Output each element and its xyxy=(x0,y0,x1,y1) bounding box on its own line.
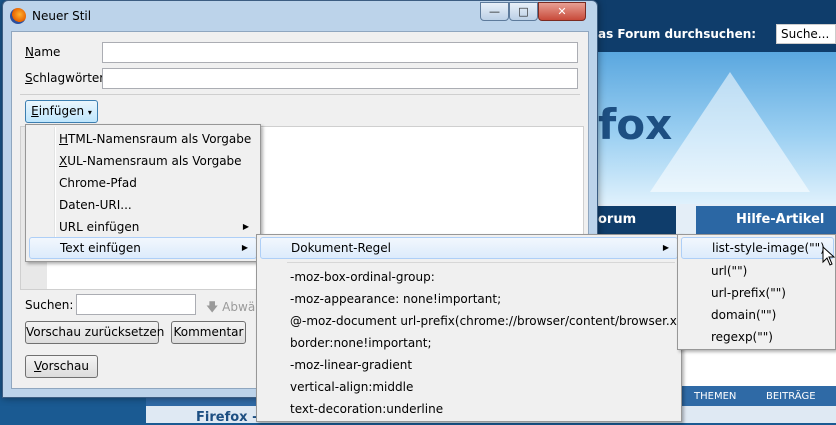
menu-item-vertical-align[interactable]: vertical-align:middle xyxy=(260,376,678,398)
insert-text-submenu: Dokument-Regel ▶ -moz-box-ordinal-group: … xyxy=(256,234,692,422)
tags-label: Schlagwörter xyxy=(25,71,105,85)
menu-item-insert-url[interactable]: URL einfügen ▶ xyxy=(29,216,257,238)
table-header-themen: THEMEN xyxy=(694,391,737,402)
menu-item-url-prefix[interactable]: url-prefix("") xyxy=(681,282,834,304)
page-logo-text: fox xyxy=(598,100,673,149)
search-input[interactable] xyxy=(76,294,196,315)
arrow-down-icon: 🡇 xyxy=(206,300,219,314)
mountain-graphic xyxy=(650,72,810,192)
insert-menu: HTML-Namensraum als Vorgabe XUL-Namensra… xyxy=(25,124,261,262)
minimize-button[interactable]: — xyxy=(480,2,509,21)
menu-item-list-style-image[interactable]: list-style-image("") xyxy=(681,237,834,259)
menu-item-document-rule[interactable]: Dokument-Regel ▶ xyxy=(260,237,678,259)
menu-item-data-uri[interactable]: Daten-URI... xyxy=(29,194,257,216)
title-bar[interactable]: Neuer Stil — □ ✕ xyxy=(3,1,597,31)
menu-item-border-none[interactable]: border:none!important; xyxy=(260,332,678,354)
maximize-icon: □ xyxy=(518,5,529,18)
submenu-arrow-icon: ▶ xyxy=(662,243,669,252)
name-input[interactable] xyxy=(102,42,578,63)
menu-item-text-decoration[interactable]: text-decoration:underline xyxy=(260,398,678,420)
close-button[interactable]: ✕ xyxy=(538,2,586,21)
preview-button[interactable]: Vorschau xyxy=(25,355,98,378)
menu-item-appearance[interactable]: -moz-appearance: none!important; xyxy=(260,288,678,310)
page-search-input[interactable]: Suche... xyxy=(776,24,836,44)
document-rule-submenu: list-style-image("") url("") url-prefix(… xyxy=(677,234,836,350)
menu-separator xyxy=(287,262,675,263)
comment-button[interactable]: Kommentar xyxy=(171,321,246,344)
window-title: Neuer Stil xyxy=(32,9,92,23)
search-label: Suchen: xyxy=(25,298,74,312)
menu-item-linear-gradient[interactable]: -moz-linear-gradient xyxy=(260,354,678,376)
table-header-beitraege: BEITRÄGE xyxy=(766,391,816,402)
minimize-icon: — xyxy=(489,5,500,18)
menu-item-box-ordinal[interactable]: -moz-box-ordinal-group: xyxy=(260,266,678,288)
menu-item-regexp[interactable]: regexp("") xyxy=(681,326,834,348)
nav-tab-help[interactable]: Hilfe-Artikel xyxy=(696,206,836,234)
mouse-cursor-icon xyxy=(822,246,835,266)
reset-preview-button[interactable]: Vorschau zurücksetzen xyxy=(25,321,164,344)
maximize-button[interactable]: □ xyxy=(509,2,538,21)
insert-button[interactable]: Einfügen ▾ xyxy=(25,100,98,123)
menu-item-xul-namespace[interactable]: XUL-Namensraum als Vorgabe xyxy=(29,150,257,172)
menu-item-domain[interactable]: domain("") xyxy=(681,304,834,326)
submenu-arrow-icon: ▶ xyxy=(241,243,248,252)
menu-item-url[interactable]: url("") xyxy=(681,260,834,282)
tags-input[interactable] xyxy=(102,68,578,89)
divider xyxy=(20,94,580,95)
name-label: Name xyxy=(25,45,61,59)
menu-item-moz-document[interactable]: @-moz-document url-prefix(chrome://brows… xyxy=(260,310,692,332)
page-search-label: as Forum durchsuchen: xyxy=(598,27,757,41)
menu-item-html-namespace[interactable]: HTML-Namensraum als Vorgabe xyxy=(29,128,257,150)
submenu-arrow-icon: ▶ xyxy=(242,222,249,231)
menu-item-chrome-path[interactable]: Chrome-Pfad xyxy=(29,172,257,194)
nav-tab-forum[interactable]: orum xyxy=(590,206,676,234)
search-down-button[interactable]: 🡇 Abwä xyxy=(206,298,255,319)
arrow-down-icon: ▾ xyxy=(87,108,92,117)
menu-item-insert-text[interactable]: Text einfügen ▶ xyxy=(29,237,257,259)
close-icon: ✕ xyxy=(557,5,567,18)
firefox-icon xyxy=(10,8,26,24)
